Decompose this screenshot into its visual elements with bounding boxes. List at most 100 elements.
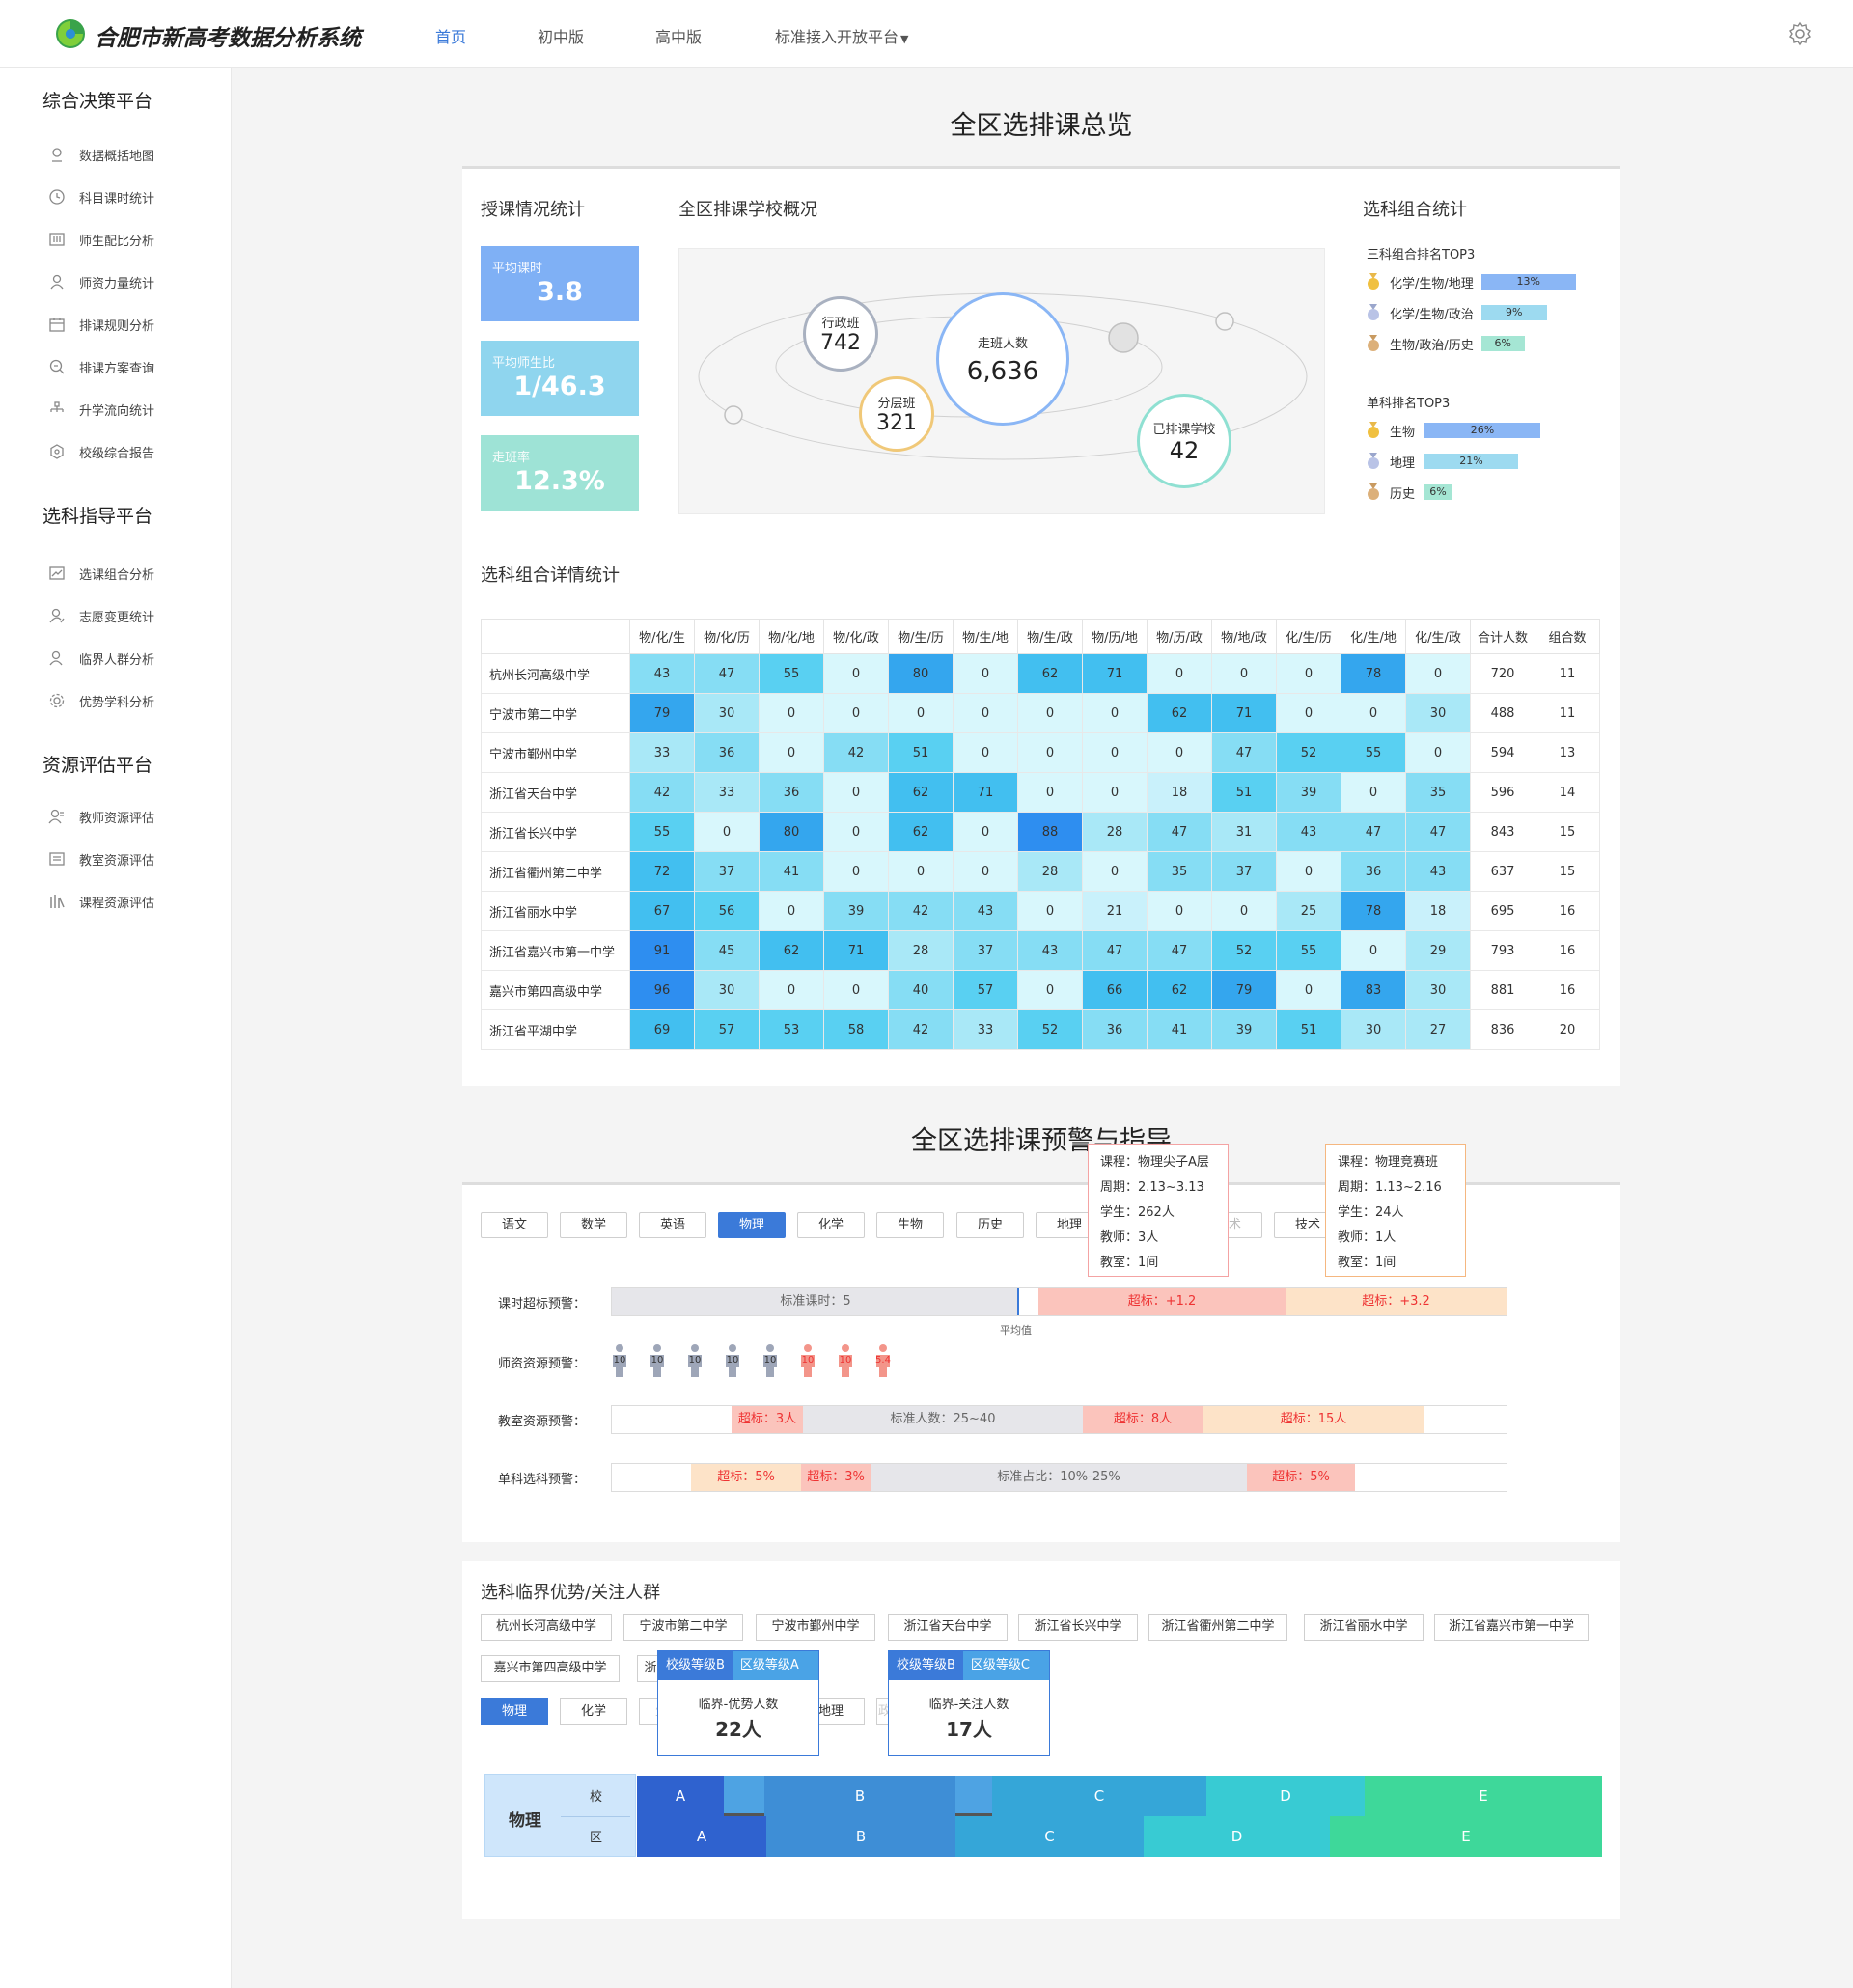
matrix-school: 浙江省衢州第二中学 bbox=[481, 851, 630, 892]
band-district-a[interactable]: A bbox=[637, 1816, 766, 1857]
band-school-e[interactable]: E bbox=[1365, 1776, 1602, 1816]
hours-standard-seg: 标准课时：5 bbox=[612, 1288, 1019, 1315]
matrix-cell: 39 bbox=[1211, 1009, 1277, 1050]
matrix-count: 11 bbox=[1535, 693, 1600, 733]
sidebar-item-subject-hours[interactable]: 科目课时统计 bbox=[48, 187, 154, 207]
matrix-col-header: 化/生/政 bbox=[1405, 619, 1471, 654]
band-district-b[interactable]: B bbox=[766, 1816, 955, 1857]
band-school-b[interactable]: B bbox=[764, 1776, 955, 1816]
subject-tab-physics[interactable]: 物理 bbox=[718, 1212, 786, 1238]
school-tag[interactable]: 杭州长河高级中学 bbox=[481, 1614, 612, 1641]
tooltip-line: 周期：2.13~3.13 bbox=[1100, 1180, 1204, 1195]
band-school-bc-gap[interactable] bbox=[955, 1776, 992, 1816]
single-row: 历史 6% bbox=[1367, 482, 1452, 503]
hours-over-seg-1[interactable]: 超标：+1.2 bbox=[1038, 1288, 1286, 1315]
user-edit-icon bbox=[49, 608, 65, 623]
subject-name: 历史 bbox=[1390, 486, 1416, 502]
subject-tab-chemistry[interactable]: 化学 bbox=[797, 1212, 865, 1238]
matrix-cell: 47 bbox=[1405, 812, 1471, 852]
school-tag[interactable]: 浙江省丽水中学 bbox=[1304, 1614, 1424, 1641]
teacher-figure: 10 bbox=[759, 1343, 782, 1378]
matrix-cell: 37 bbox=[694, 851, 760, 892]
sidebar-item-teachers[interactable]: 师资力量统计 bbox=[48, 272, 154, 291]
stat-value: 3.8 bbox=[537, 277, 583, 307]
subject-tab-math[interactable]: 数学 bbox=[560, 1212, 627, 1238]
sidebar-item-combo-analysis[interactable]: 选课组合分析 bbox=[48, 564, 154, 583]
room-over-seg[interactable]: 超标：3人 bbox=[732, 1406, 803, 1433]
school-tag[interactable]: 嘉兴市第四高级中学 bbox=[481, 1655, 620, 1682]
school-tag[interactable]: 浙江省嘉兴市第一中学 bbox=[1434, 1614, 1589, 1641]
teacher-count: 10 bbox=[650, 1355, 664, 1366]
sidebar-item-course-eval[interactable]: 课程资源评估 bbox=[48, 892, 154, 911]
matrix-cell: 47 bbox=[1082, 930, 1148, 971]
gear-icon[interactable] bbox=[1787, 21, 1812, 46]
nav-home[interactable]: 首页 bbox=[435, 24, 466, 47]
subject-tab-english[interactable]: 英语 bbox=[639, 1212, 706, 1238]
matrix-cell: 0 bbox=[823, 693, 889, 733]
band-school-d[interactable]: D bbox=[1206, 1776, 1365, 1816]
critical-subject-physics[interactable]: 物理 bbox=[481, 1698, 548, 1725]
matrix-total: 596 bbox=[1470, 772, 1535, 813]
sidebar-item-teacher-eval[interactable]: 教师资源评估 bbox=[48, 807, 154, 826]
popup-header: 校级等级B 区级等级A bbox=[658, 1651, 818, 1680]
subject-tab-biology[interactable]: 生物 bbox=[876, 1212, 944, 1238]
single-over-seg[interactable]: 超标：3% bbox=[801, 1464, 871, 1491]
sidebar-item-ratio[interactable]: 师生配比分析 bbox=[48, 230, 154, 249]
band-school-ab-gap[interactable] bbox=[724, 1776, 764, 1816]
school-tag[interactable]: 浙江省天台中学 bbox=[888, 1614, 1008, 1641]
nav-senior[interactable]: 高中版 bbox=[655, 24, 702, 47]
matrix-cell: 0 bbox=[823, 812, 889, 852]
nav-junior[interactable]: 初中版 bbox=[538, 24, 584, 47]
band-district-e[interactable]: E bbox=[1330, 1816, 1602, 1857]
sidebar-item-school-report[interactable]: 校级综合报告 bbox=[48, 442, 154, 461]
nav-open-platform[interactable]: 标准接入开放平台 ▼ bbox=[775, 24, 908, 47]
critical-subject-chemistry[interactable]: 化学 bbox=[560, 1698, 627, 1725]
room-over-seg[interactable]: 超标：8人 bbox=[1083, 1406, 1203, 1433]
matrix-cell: 47 bbox=[694, 653, 760, 694]
sidebar-item-critical[interactable]: 临界人群分析 bbox=[48, 649, 154, 668]
sidebar-item-classroom-eval[interactable]: 教室资源评估 bbox=[48, 849, 154, 869]
matrix-cell: 0 bbox=[888, 851, 954, 892]
band-district-c[interactable]: C bbox=[955, 1816, 1144, 1857]
matrix-cell: 0 bbox=[823, 772, 889, 813]
school-tag[interactable]: 宁波市第二中学 bbox=[623, 1614, 743, 1641]
bubble-label: 分层班 bbox=[877, 397, 916, 411]
matrix-school: 浙江省天台中学 bbox=[481, 772, 630, 813]
matrix-cell: 35 bbox=[1147, 851, 1212, 892]
tooltip-line: 教室：1间 bbox=[1100, 1256, 1159, 1270]
school-tag[interactable]: 浙江省衢州第二中学 bbox=[1148, 1614, 1287, 1641]
teacher-count: 10 bbox=[613, 1355, 626, 1366]
sidebar-item-data-map[interactable]: 数据概括地图 bbox=[48, 145, 154, 164]
subject-tab-chinese[interactable]: 语文 bbox=[481, 1212, 548, 1238]
matrix-cell: 58 bbox=[823, 1009, 889, 1050]
divider bbox=[561, 1816, 630, 1817]
sidebar-item-label: 志愿变更统计 bbox=[79, 610, 155, 625]
matrix-cell: 42 bbox=[823, 732, 889, 773]
subject-tab-history[interactable]: 历史 bbox=[956, 1212, 1024, 1238]
band-school-c[interactable]: C bbox=[992, 1776, 1206, 1816]
sidebar-item-rules[interactable]: 排课规则分析 bbox=[48, 315, 154, 334]
band-school-a[interactable]: A bbox=[637, 1776, 724, 1816]
teacher-figure: 10 bbox=[721, 1343, 744, 1378]
sidebar-item-advantage[interactable]: 优势学科分析 bbox=[48, 691, 154, 710]
matrix-cell: 0 bbox=[1017, 732, 1083, 773]
hours-over-seg-2[interactable]: 超标：+3.2 bbox=[1286, 1288, 1507, 1315]
matrix-cell: 42 bbox=[629, 772, 695, 813]
bubble-label: 走班人数 bbox=[977, 336, 1028, 351]
school-tag[interactable]: 宁波市鄞州中学 bbox=[756, 1614, 875, 1641]
single-over-seg[interactable]: 超标：5% bbox=[691, 1464, 801, 1491]
room-over-seg[interactable]: 超标：15人 bbox=[1203, 1406, 1424, 1433]
single-over-seg[interactable]: 超标：5% bbox=[1247, 1464, 1355, 1491]
school-tag[interactable]: 浙江省长兴中学 bbox=[1018, 1614, 1138, 1641]
stat-avg-hours: 平均课时 3.8 bbox=[481, 246, 639, 321]
sidebar-item-wish-change[interactable]: 志愿变更统计 bbox=[48, 606, 154, 625]
band-district-d[interactable]: D bbox=[1144, 1816, 1330, 1857]
sidebar-item-plan-search[interactable]: 排课方案查询 bbox=[48, 357, 154, 376]
matrix-total: 637 bbox=[1470, 851, 1535, 892]
teacher-count: 10 bbox=[839, 1355, 852, 1366]
matrix-col-header: 物/化/政 bbox=[823, 619, 889, 654]
avg-label: 平均值 bbox=[1000, 1324, 1032, 1337]
critical-title: 选科临界优势/关注人群 bbox=[481, 1583, 661, 1603]
matrix-header-row: 物/化/生 物/化/历 物/化/地 物/化/政 物/生/历 物/生/地 物/生/政 物/历/地… bbox=[481, 619, 1600, 654]
sidebar-item-flow[interactable]: 升学流向统计 bbox=[48, 400, 154, 419]
